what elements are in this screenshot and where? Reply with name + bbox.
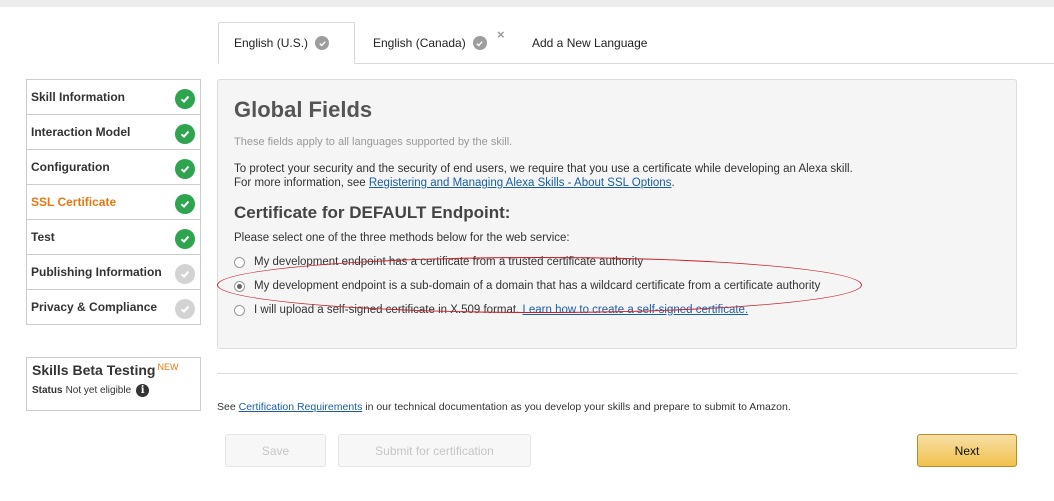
sidebar-item-ssl-certificate[interactable]: SSL Certificate xyxy=(27,185,200,220)
sidebar-item-label: SSL Certificate xyxy=(31,195,117,209)
tab-add-language[interactable]: Add a New Language xyxy=(532,22,647,64)
info-icon[interactable]: i xyxy=(136,384,150,397)
sidebar-item-label: Privacy & Compliance xyxy=(31,300,158,314)
cert-option-trusted[interactable]: My development endpoint has a certificat… xyxy=(234,250,1000,274)
more-info-prefix: For more information, see xyxy=(234,177,369,189)
check-circle-icon xyxy=(175,299,195,319)
next-button[interactable]: Next xyxy=(917,434,1017,467)
top-bar xyxy=(0,0,1054,7)
note-prefix: See xyxy=(217,401,239,413)
certification-note: See Certification Requirements in our te… xyxy=(217,401,791,413)
option-label: My development endpoint has a certificat… xyxy=(254,256,644,268)
submit-for-certification-button[interactable]: Submit for certification xyxy=(338,434,531,467)
sidebar-item-label: Publishing Information xyxy=(31,265,162,279)
cert-option-wildcard[interactable]: My development endpoint is a sub-domain … xyxy=(234,274,1000,298)
beta-testing-box: Skills Beta Testing NEW Status Not yet el… xyxy=(26,357,201,411)
check-circle-icon xyxy=(472,36,487,50)
sidebar-item-interaction-model[interactable]: Interaction Model xyxy=(27,115,200,150)
sidebar-item-label: Test xyxy=(31,230,55,244)
radio-button[interactable] xyxy=(234,256,245,268)
status-label: Status xyxy=(32,385,63,396)
radio-button[interactable] xyxy=(234,304,245,316)
tab-label: English (Canada) xyxy=(373,36,466,50)
ssl-options-link[interactable]: Registering and Managing Alexa Skills - … xyxy=(369,177,672,189)
certification-requirements-link[interactable]: Certification Requirements xyxy=(239,401,363,413)
new-badge: NEW xyxy=(157,362,179,372)
check-circle-icon xyxy=(175,194,195,214)
cert-options: My development endpoint has a certificat… xyxy=(234,250,1000,322)
beta-status: Status Not yet eligible i xyxy=(32,384,195,397)
check-circle-icon xyxy=(175,264,195,284)
sidebar-item-publishing-information[interactable]: Publishing Information xyxy=(27,255,200,290)
close-icon[interactable]: × xyxy=(497,27,505,42)
cert-prompt: Please select one of the three methods b… xyxy=(234,232,570,244)
status-value: Not yet eligible xyxy=(65,385,132,396)
check-circle-icon xyxy=(175,229,195,249)
check-circle-icon xyxy=(175,124,195,144)
beta-title-text: Skills Beta Testing xyxy=(32,362,156,378)
cert-heading: Certificate for DEFAULT Endpoint: xyxy=(234,203,511,222)
divider xyxy=(217,373,1017,374)
sidebar-item-skill-information[interactable]: Skill Information xyxy=(27,80,200,115)
sidebar-item-configuration[interactable]: Configuration xyxy=(27,150,200,185)
sidebar-item-privacy-compliance[interactable]: Privacy & Compliance xyxy=(27,290,200,325)
check-circle-icon xyxy=(175,159,195,179)
more-info-suffix: . xyxy=(671,177,675,189)
check-circle-icon xyxy=(315,36,330,50)
sidebar-item-test[interactable]: Test xyxy=(27,220,200,255)
tab-english-us[interactable]: English (U.S.) xyxy=(218,22,355,64)
sidebar-item-label: Skill Information xyxy=(31,90,126,104)
language-tabs: English (U.S.) English (Canada) × Add a … xyxy=(218,22,1054,64)
save-button[interactable]: Save xyxy=(225,434,326,467)
option-label: I will upload a self-signed certificate … xyxy=(254,304,520,316)
sidebar-item-label: Interaction Model xyxy=(31,125,131,139)
security-text: To protect your security and the securit… xyxy=(234,163,853,175)
panel-subtitle: These fields apply to all languages supp… xyxy=(234,136,513,148)
tab-english-canada[interactable]: English (Canada) xyxy=(373,22,487,64)
check-circle-icon xyxy=(175,89,195,109)
page-title: Global Fields xyxy=(234,97,373,122)
tab-label: Add a New Language xyxy=(532,36,648,50)
cert-option-self-signed[interactable]: I will upload a self-signed certificate … xyxy=(234,298,1000,322)
sidebar-item-label: Configuration xyxy=(31,160,110,174)
global-fields-panel: Global Fields These fields apply to all … xyxy=(217,79,1017,349)
sidebar-nav: Skill Information Interaction Model Conf… xyxy=(26,79,201,325)
self-signed-link[interactable]: Learn how to create a self-signed certif… xyxy=(522,304,748,316)
radio-button[interactable] xyxy=(234,280,245,292)
security-notice: To protect your security and the securit… xyxy=(234,162,1000,190)
more-info-line: For more information, see Registering an… xyxy=(234,176,1000,190)
option-label: My development endpoint is a sub-domain … xyxy=(254,280,821,292)
beta-title: Skills Beta Testing NEW xyxy=(32,362,195,378)
note-suffix: in our technical documentation as you de… xyxy=(362,401,791,413)
tab-label: English (U.S.) xyxy=(234,36,309,50)
